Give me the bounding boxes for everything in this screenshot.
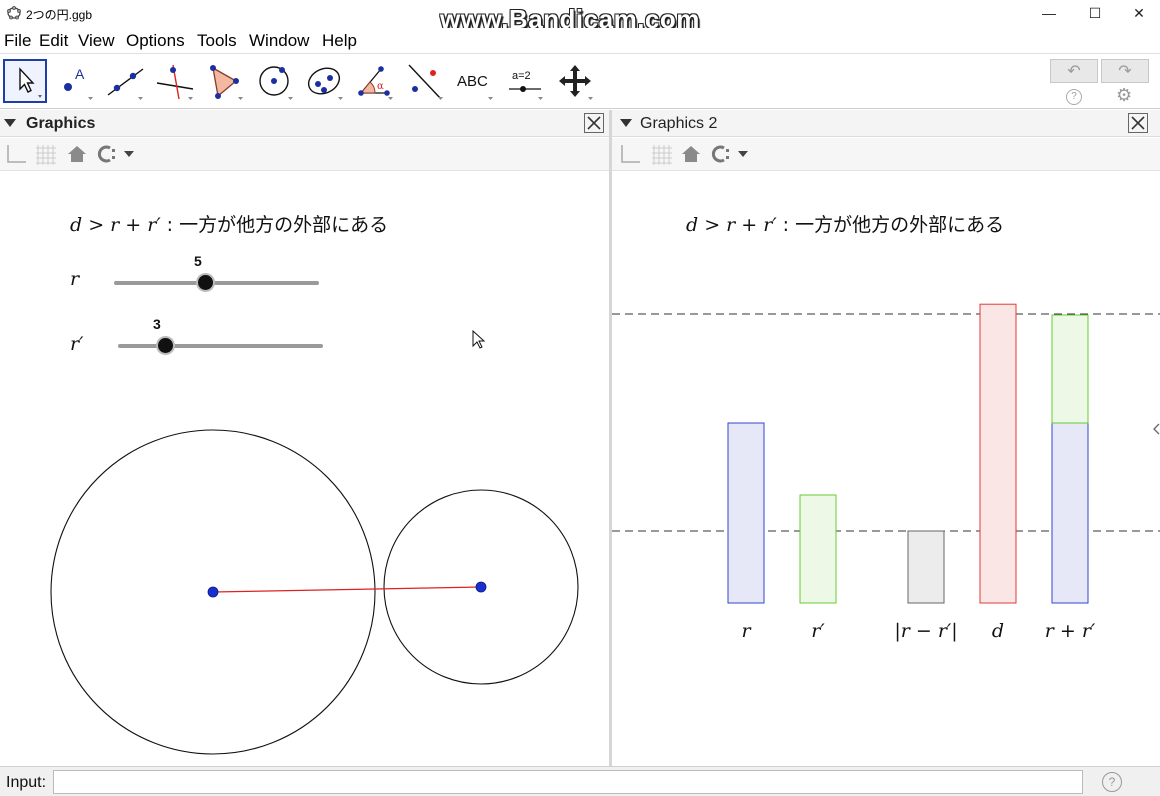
bar-d[interactable] <box>979 303 1017 604</box>
standard-view-home2-icon[interactable] <box>680 143 702 165</box>
reflect-tool-icon <box>408 64 443 100</box>
slider-tool-icon: a=2 <box>509 70 543 100</box>
comparison-bars: r r′ |r − r′| d r + r′ <box>612 303 1160 642</box>
graphics2-style-bar <box>612 138 1160 171</box>
graphics-panel-title: Graphics <box>26 115 96 132</box>
circles-drawing <box>50 429 579 755</box>
bar-abs-diff-label: |r − r′| <box>894 620 957 642</box>
menu-view[interactable]: View <box>78 31 115 51</box>
toggle-axes-icon[interactable] <box>4 143 28 165</box>
move-graphics-view-tool[interactable] <box>553 59 597 103</box>
center-point-1[interactable] <box>207 586 219 598</box>
polygon-tool-icon <box>210 65 243 100</box>
slider-tool[interactable]: a=2 <box>503 59 547 103</box>
text-tool-label: ABC <box>457 73 488 90</box>
move-tool-icon <box>19 67 42 98</box>
window-titlebar: 2つの円.ggb www.Bandicam.com — ☐ ✕ <box>0 0 1160 34</box>
graphics2-panel-header: Graphics 2 <box>612 110 1160 137</box>
bar-r-plus-rprime-label: r + r′ <box>1045 620 1096 642</box>
standard-view-home-icon[interactable] <box>66 143 88 165</box>
center-point-2[interactable] <box>475 581 487 593</box>
point-tool[interactable]: A <box>53 59 97 103</box>
menu-window[interactable]: Window <box>249 31 309 51</box>
input-label: Input: <box>6 774 47 791</box>
point-tool-label: A <box>75 66 85 82</box>
circle-center-point-tool[interactable] <box>253 59 297 103</box>
bar-abs-diff[interactable] <box>907 530 945 604</box>
side-panel-arrow-icon[interactable] <box>1152 422 1160 436</box>
bar-r-plus-rprime-segment-1[interactable] <box>1051 314 1089 424</box>
perpendicular-line-tool-icon <box>156 64 194 100</box>
close-graphics-panel-icon[interactable] <box>584 113 604 133</box>
polygon-tool[interactable] <box>203 59 247 103</box>
move-graphics-view-tool-icon <box>559 65 593 100</box>
redo-button[interactable]: ↷ <box>1101 59 1149 83</box>
bar-r-plus-rprime-segment-0[interactable] <box>1051 422 1089 604</box>
menu-bar: File Edit View Options Tools Window Help <box>0 28 1160 52</box>
segment-d[interactable] <box>212 586 482 593</box>
graphics2-view[interactable]: d > r + r′ : 一方が他方の外部にある r r′ |r − r′| d r +… <box>612 172 1160 764</box>
graphics-panel-header: Graphics <box>0 110 609 137</box>
bar-rprime-label: r′ <box>811 620 825 642</box>
bar-r[interactable] <box>727 422 765 604</box>
toggle-grid2-icon[interactable] <box>650 143 674 165</box>
perpendicular-line-tool[interactable] <box>153 59 197 103</box>
close-window-button[interactable]: ✕ <box>1116 0 1160 26</box>
undo-button[interactable]: ↶ <box>1050 59 1098 83</box>
text-tool-icon: ABC <box>457 73 493 100</box>
text-tool[interactable]: ABC <box>453 59 497 103</box>
menu-help[interactable]: Help <box>322 31 357 51</box>
input-bar: Input: ? <box>0 766 1160 796</box>
angle-tool-label: α <box>377 81 384 92</box>
point-capturing-icon[interactable] <box>96 144 140 164</box>
graphics-style-bar <box>0 138 609 171</box>
graphics-view[interactable]: d > r + r′ : 一方が他方の外部にある r 5 r′ 3 <box>0 172 609 764</box>
panel2-menu-triangle-icon[interactable] <box>620 119 632 127</box>
panel-menu-triangle-icon[interactable] <box>4 119 16 127</box>
geogebra-app-icon <box>7 6 21 20</box>
toggle-grid-icon[interactable] <box>34 143 58 165</box>
maximize-button[interactable]: ☐ <box>1072 0 1118 26</box>
reflect-tool[interactable] <box>403 59 447 103</box>
angle-tool-icon: α <box>358 66 393 100</box>
line-tool[interactable] <box>103 59 147 103</box>
bar-rprime[interactable] <box>799 494 837 604</box>
close-graphics2-panel-icon[interactable] <box>1128 113 1148 133</box>
toolbar: A α ABC a=2 ↶ ↷ ? ⚙ <box>0 53 1160 109</box>
menu-options[interactable]: Options <box>126 31 185 51</box>
circle-center-point-tool-icon <box>259 66 293 100</box>
point-capturing2-icon[interactable] <box>710 144 754 164</box>
toolbar-separator <box>0 108 1160 109</box>
menu-tools[interactable]: Tools <box>197 31 237 51</box>
minimize-button[interactable]: — <box>1026 0 1072 26</box>
angle-tool[interactable]: α <box>353 59 397 103</box>
graphics2-panel-title: Graphics 2 <box>640 115 718 132</box>
window-title: 2つの円.ggb <box>26 8 93 22</box>
point-tool-icon: A <box>64 66 93 100</box>
menu-edit[interactable]: Edit <box>39 31 68 51</box>
move-tool[interactable] <box>3 59 47 103</box>
line-tool-icon <box>107 68 144 100</box>
algebra-input-field[interactable] <box>53 770 1083 794</box>
input-help-icon[interactable]: ? <box>1102 772 1122 792</box>
ellipse-tool-icon <box>307 67 343 100</box>
help-icon[interactable]: ? <box>1066 89 1082 105</box>
settings-gear-icon[interactable]: ⚙ <box>1116 85 1132 106</box>
ellipse-tool[interactable] <box>303 59 347 103</box>
bar-d-label: d <box>992 620 1004 642</box>
slider-tool-label: a=2 <box>512 70 531 82</box>
toggle-axes2-icon[interactable] <box>618 143 642 165</box>
menu-file[interactable]: File <box>4 31 31 51</box>
mouse-cursor-icon <box>472 330 486 349</box>
bar-r-label: r <box>741 620 752 642</box>
